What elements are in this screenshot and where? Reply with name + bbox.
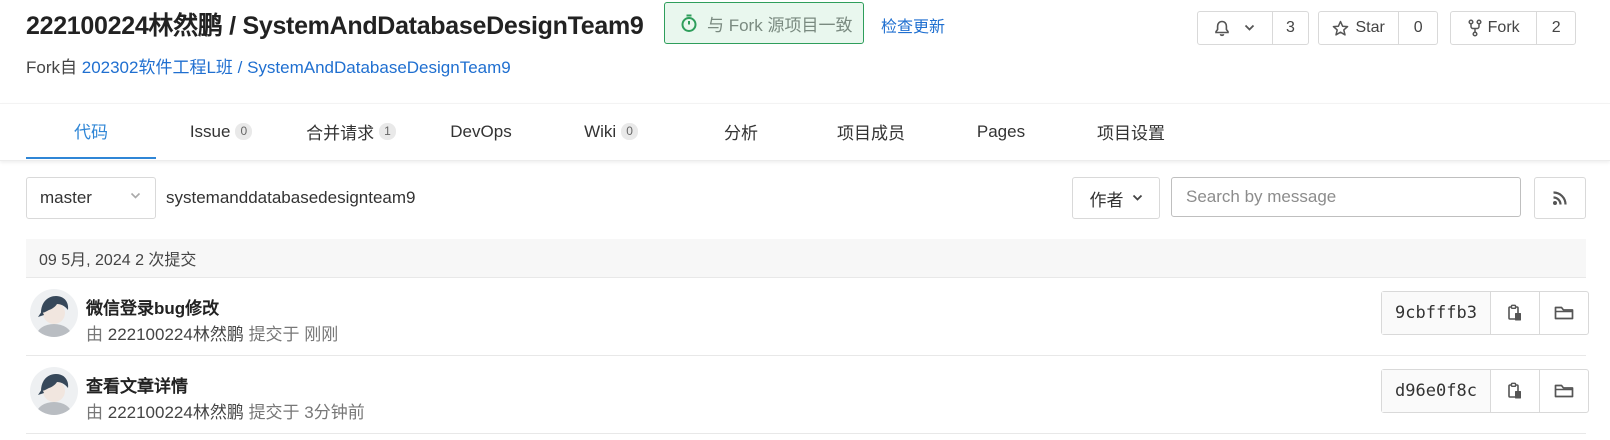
avatar[interactable] (30, 289, 78, 337)
commit-time: 刚刚 (304, 325, 339, 344)
copy-icon (1508, 304, 1521, 321)
watch-button-group: 3 (1197, 11, 1309, 45)
star-button-group: Star 0 (1318, 11, 1438, 45)
star-icon (1333, 20, 1349, 36)
tab-merge-requests[interactable]: 合并请求 1 (286, 104, 416, 159)
tab-settings[interactable]: 项目设置 (1066, 104, 1196, 159)
fork-count[interactable]: 2 (1536, 12, 1575, 44)
tab-members[interactable]: 项目成员 (806, 104, 936, 159)
commit-sha[interactable]: 9cbfffb3 (1382, 292, 1490, 334)
tab-analytics[interactable]: 分析 (676, 104, 806, 159)
avatar[interactable] (30, 367, 78, 415)
repo-tabs: 代码 Issue 0 合并请求 1 DevOps Wiki 0 分析 项目成员 … (0, 103, 1610, 161)
sync-status-label: 与 Fork 源项目一致 (707, 15, 853, 35)
fork-label: Fork (1487, 19, 1520, 36)
tab-wiki[interactable]: Wiki 0 (546, 104, 676, 159)
author-filter-label: 作者 (1089, 190, 1124, 210)
watch-count[interactable]: 3 (1271, 12, 1308, 44)
commit-meta: 由 222100224林然鹏 提交于 3分钟前 (86, 403, 365, 422)
star-button[interactable]: Star (1319, 12, 1398, 44)
commit-day-header: 09 5月, 2024 2 次提交 (26, 239, 1586, 278)
fork-sync-status-badge[interactable]: 与 Fork 源项目一致 (664, 2, 864, 44)
copy-sha-button[interactable] (1490, 370, 1539, 412)
star-count[interactable]: 0 (1398, 12, 1437, 44)
author-filter-dropdown[interactable]: 作者 (1072, 177, 1160, 219)
commit-title[interactable]: 微信登录bug修改 (86, 294, 219, 319)
stopwatch-icon (681, 14, 697, 32)
rss-icon (1553, 191, 1567, 205)
fork-icon (1468, 19, 1482, 37)
branch-name: master (40, 188, 92, 207)
copy-icon (1508, 382, 1521, 399)
commit-time: 3分钟前 (304, 403, 365, 422)
rss-feed-button[interactable] (1534, 177, 1586, 219)
issue-count-badge: 0 (235, 123, 253, 140)
commit-title[interactable]: 查看文章详情 (86, 372, 188, 397)
copy-sha-button[interactable] (1490, 292, 1539, 334)
commit-sha-group: 9cbfffb3 (1381, 291, 1589, 335)
chevron-down-icon (130, 192, 141, 199)
folder-icon (1554, 306, 1574, 320)
tab-code[interactable]: 代码 (26, 104, 156, 159)
browse-files-button[interactable] (1539, 370, 1588, 412)
bell-icon (1215, 20, 1230, 36)
commit-author[interactable]: 222100224林然鹏 (108, 325, 244, 344)
watch-button[interactable] (1198, 12, 1272, 44)
tab-issue[interactable]: Issue 0 (156, 104, 286, 159)
check-update-link[interactable]: 检查更新 (881, 13, 945, 37)
folder-icon (1554, 384, 1574, 398)
commit-row: 微信登录bug修改 由 222100224林然鹏 提交于 刚刚 9cbfffb3 (26, 278, 1589, 356)
fork-prefix: Fork自 (26, 58, 77, 77)
wiki-count-badge: 0 (621, 123, 638, 140)
repo-path: systemanddatabasedesignteam9 (166, 188, 416, 207)
fork-button-group: Fork 2 (1450, 11, 1576, 45)
browse-files-button[interactable] (1539, 292, 1588, 334)
chevron-down-icon (1245, 24, 1255, 31)
fork-button[interactable]: Fork (1451, 12, 1536, 44)
commit-author[interactable]: 222100224林然鹏 (108, 403, 244, 422)
fork-source-line: Fork自 202302软件工程L班 / SystemAndDatabaseDe… (26, 53, 511, 78)
tab-devops[interactable]: DevOps (416, 104, 546, 159)
star-label: Star (1355, 19, 1385, 36)
commit-sha[interactable]: d96e0f8c (1382, 370, 1490, 412)
search-by-message-input[interactable] (1171, 177, 1521, 217)
commit-sha-group: d96e0f8c (1381, 369, 1589, 413)
fork-source-link[interactable]: 202302软件工程L班 / SystemAndDatabaseDesignTe… (82, 58, 511, 77)
chevron-down-icon (1132, 194, 1142, 201)
tab-pages[interactable]: Pages (936, 104, 1066, 159)
branch-select[interactable]: master (26, 177, 156, 219)
repo-title: 222100224林然鹏 / SystemAndDatabaseDesignTe… (26, 12, 644, 40)
commit-meta: 由 222100224林然鹏 提交于 刚刚 (86, 325, 339, 344)
merge-request-count-badge: 1 (379, 123, 396, 140)
commit-row: 查看文章详情 由 222100224林然鹏 提交于 3分钟前 d96e0f8c (26, 356, 1589, 434)
